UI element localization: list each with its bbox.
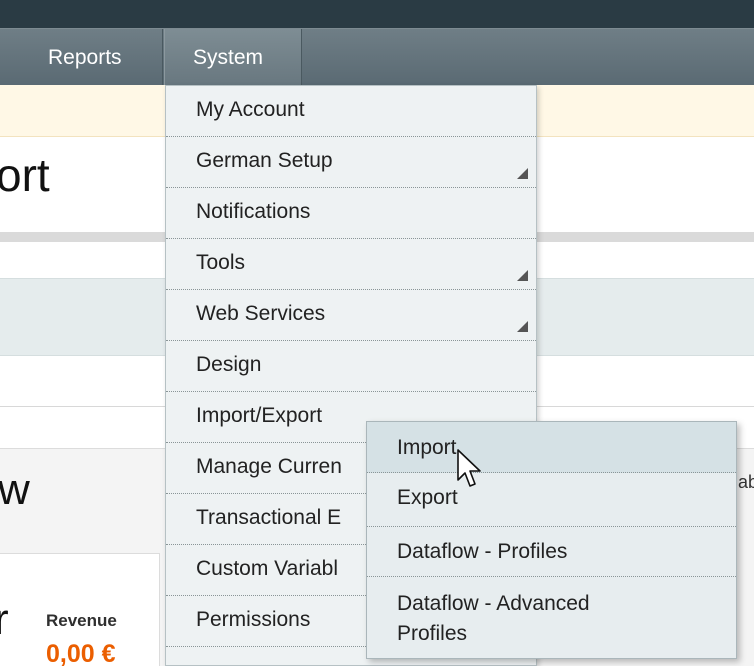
corner-triangle-icon [517,321,528,332]
menu-item-label: Design [196,353,262,376]
menu-item-label: German Setup [196,149,333,172]
menu-item-label: My Account [196,98,305,121]
menu-item-label: Transactional E [196,506,342,529]
menu-item-german-setup[interactable]: German Setup [166,137,536,188]
revenue-label: Revenue [46,611,117,630]
nav-reports[interactable]: Reports [0,29,163,86]
section-heading-fragment: w [0,465,30,514]
submenu-item-export[interactable]: Export [367,473,736,527]
main-navigation: Reports System [0,28,754,86]
submenu-item-dataflow-advanced-profiles[interactable]: Dataflow - Advanced Profiles [367,577,736,659]
menu-item-design[interactable]: Design [166,341,536,392]
submenu-item-dataflow-profiles[interactable]: Dataflow - Profiles [367,527,736,577]
menu-item-label: Custom Variabl [196,557,338,580]
corner-triangle-icon [517,270,528,281]
import-export-submenu: Import Export Dataflow - Profiles Datafl… [366,421,737,659]
menu-item-label: Manage Curren [196,455,342,478]
menu-item-label: Notifications [196,200,311,223]
submenu-item-import[interactable]: Import [367,422,736,473]
nav-system[interactable]: System [164,29,302,86]
corner-triangle-icon [517,168,528,179]
revenue-value: 0,00 € [46,640,116,666]
arrow-pointer-icon [457,449,481,487]
submenu-item-label: Export [397,486,458,509]
menu-item-label: Import/Export [196,404,323,427]
menu-item-my-account[interactable]: My Account [166,86,536,137]
menu-item-label: Tools [196,251,246,274]
submenu-item-label: Dataflow - Profiles [397,540,568,563]
menu-item-web-services[interactable]: Web Services [166,290,536,341]
menu-item-label: Web Services [196,302,326,325]
page-heading-fragment: ort [0,149,50,201]
submenu-item-label: Dataflow - Advanced Profiles [397,592,590,645]
clipped-text: ab [738,472,754,492]
header-top-stripe [0,0,754,28]
menu-item-tools[interactable]: Tools [166,239,536,290]
submenu-item-label: Import [397,436,457,459]
section-heading-fragment: r [0,595,9,644]
menu-item-label: Permissions [196,608,311,631]
menu-item-notifications[interactable]: Notifications [166,188,536,239]
